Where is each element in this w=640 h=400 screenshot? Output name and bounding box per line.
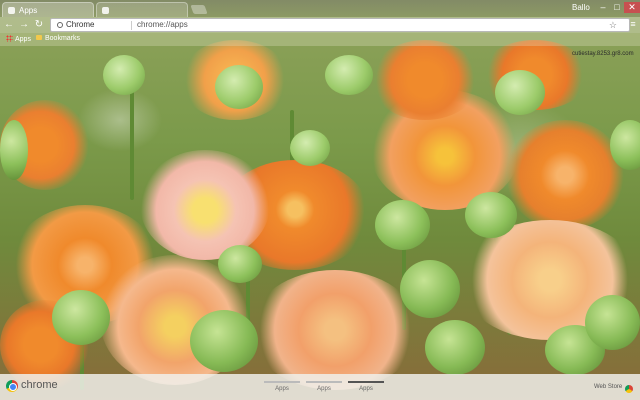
menu-icon[interactable]: ≡ <box>628 19 638 31</box>
toolbar: ← → ↻ Chrome chrome://apps ☆ <box>0 17 640 33</box>
bookmark-star-icon[interactable]: ☆ <box>609 19 617 31</box>
minimize-button[interactable]: – <box>596 2 610 13</box>
chrome-logo-icon <box>6 380 18 392</box>
page-tab-apps-1[interactable]: Apps <box>264 378 300 396</box>
page-tab-label: Apps <box>275 386 289 392</box>
apps-favicon-icon <box>8 7 15 14</box>
page-tab-indicator <box>264 381 300 383</box>
web-store-link[interactable]: Web Store <box>594 384 622 390</box>
page-tab-indicator <box>306 381 342 383</box>
profile-name[interactable]: Ballo <box>572 3 590 12</box>
forward-button[interactable]: → <box>18 19 30 31</box>
tab-blank[interactable] <box>96 2 188 17</box>
page-favicon-icon <box>102 7 109 14</box>
back-button[interactable]: ← <box>3 19 15 31</box>
url-text[interactable]: chrome://apps <box>137 19 188 31</box>
bookmarks-folder[interactable]: Bookmarks <box>36 35 80 42</box>
chip-label: Chrome <box>66 20 95 29</box>
chrome-chip[interactable]: Chrome <box>57 19 94 31</box>
bookmarks-bar: Apps Bookmarks <box>0 33 640 46</box>
maximize-button[interactable]: □ <box>610 2 624 13</box>
background-image <box>0 0 640 400</box>
page-tab-label: Apps <box>317 386 331 392</box>
new-tab-button[interactable] <box>190 5 208 14</box>
page-tab-indicator <box>348 381 384 383</box>
folder-icon <box>36 35 42 40</box>
tab-apps[interactable]: Apps <box>2 2 94 17</box>
reload-button[interactable]: ↻ <box>33 19 45 31</box>
web-store-icon[interactable] <box>625 385 633 393</box>
watermark-text: cutiestay.8253.gr8.com <box>572 51 634 57</box>
apps-shortcut-label: Apps <box>15 36 31 43</box>
tab-label: Apps <box>19 6 38 15</box>
bookmarks-folder-label: Bookmarks <box>45 35 81 42</box>
chrome-wordmark: chrome <box>21 379 58 391</box>
apps-shortcut[interactable]: Apps <box>6 35 31 43</box>
ntp-footer: chrome Apps Apps Apps Web Store <box>0 374 640 400</box>
close-button[interactable]: ✕ <box>624 2 640 13</box>
page-tab-label: Apps <box>359 386 373 392</box>
page-tab-apps-3[interactable]: Apps <box>348 378 384 396</box>
chrome-page-icon <box>57 22 63 28</box>
divider <box>131 21 132 30</box>
page-tab-apps-2[interactable]: Apps <box>306 378 342 396</box>
address-bar[interactable]: Chrome chrome://apps ☆ <box>50 18 630 32</box>
tab-strip: Apps Ballo – □ ✕ <box>0 0 640 17</box>
apps-grid-icon <box>6 35 13 42</box>
